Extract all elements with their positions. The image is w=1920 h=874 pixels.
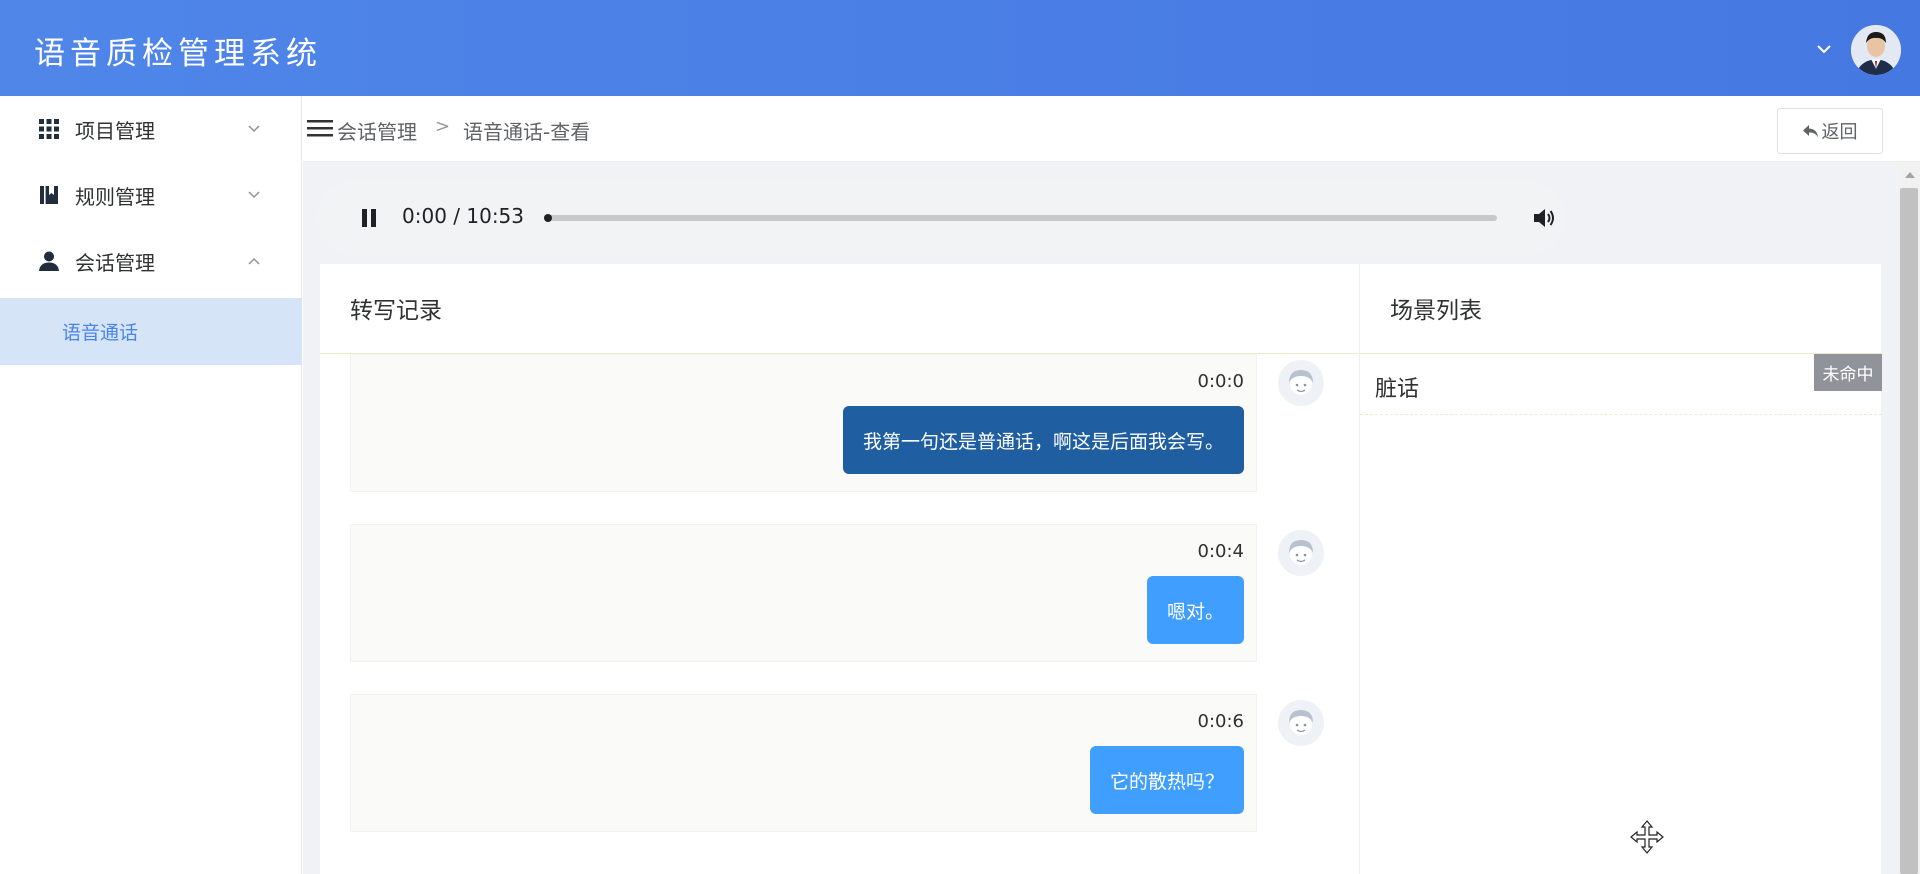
agent-avatar-icon bbox=[1278, 530, 1324, 576]
breadcrumb-bar: 会话管理 > 语音通话-查看 返回 bbox=[303, 96, 1920, 162]
app-title: 语音质检管理系统 bbox=[34, 36, 322, 72]
message-card: 0:0:4 嗯对。 bbox=[350, 524, 1257, 662]
top-bar: 语音质检管理系统 bbox=[0, 0, 1920, 96]
menu-rule-management[interactable]: 规则管理 bbox=[0, 162, 302, 228]
breadcrumb-separator: > bbox=[435, 116, 451, 137]
scene-name: 脏话 bbox=[1375, 377, 1420, 402]
menu-session-management[interactable]: 会话管理 bbox=[0, 228, 302, 294]
time-display: 0:00 / 10:53 bbox=[402, 204, 525, 228]
message-time: 0:0:0 bbox=[1197, 371, 1245, 392]
menu-label: 项目管理 bbox=[75, 118, 155, 143]
user-avatar[interactable] bbox=[1851, 25, 1901, 75]
scene-list-title: 场景列表 bbox=[1390, 298, 1482, 324]
hamburger-icon[interactable] bbox=[307, 118, 333, 138]
chevron-up-icon bbox=[248, 257, 260, 265]
pause-icon[interactable] bbox=[359, 207, 379, 229]
agent-avatar-icon bbox=[1278, 360, 1324, 406]
sidebar: 项目管理 规则管理 会话管理 语音通话 bbox=[0, 96, 302, 874]
message-bubble: 我第一句还是普通话，啊这是后面我会写。 bbox=[842, 406, 1244, 474]
message-time: 0:0:6 bbox=[1197, 711, 1245, 732]
message-bubble: 它的散热吗？ bbox=[1089, 746, 1244, 814]
submenu-label: 语音通话 bbox=[62, 322, 139, 344]
status-badge: 未命中 bbox=[1814, 354, 1882, 391]
progress-track[interactable] bbox=[544, 215, 1497, 221]
volume-icon[interactable] bbox=[1532, 206, 1558, 230]
transcript-title: 转写记录 bbox=[350, 298, 442, 324]
chevron-down-icon[interactable] bbox=[1812, 37, 1836, 61]
back-button[interactable]: 返回 bbox=[1777, 108, 1883, 154]
breadcrumb-item[interactable]: 会话管理 bbox=[337, 116, 417, 145]
transcript-panel: 转写记录 0:0:0 我第一句还是普通话，啊这是后面我会写。 0:0:4 嗯对。 bbox=[320, 264, 1360, 874]
main-content: 0:00 / 10:53 转写记录 0:0:0 我第一句还是普通话，啊这是后面我… bbox=[303, 162, 1900, 874]
scene-list-panel: 场景列表 脏话 未命中 bbox=[1359, 264, 1882, 874]
scroll-thumb[interactable] bbox=[1900, 188, 1918, 874]
move-cursor-icon bbox=[1630, 820, 1664, 854]
back-label: 返回 bbox=[1821, 122, 1858, 143]
breadcrumb-current: 语音通话-查看 bbox=[463, 120, 591, 144]
audio-player: 0:00 / 10:53 bbox=[317, 180, 1565, 256]
scene-row[interactable]: 脏话 未命中 bbox=[1360, 354, 1882, 415]
menu-label: 会话管理 bbox=[75, 250, 155, 275]
user-icon bbox=[39, 251, 59, 271]
chevron-down-icon bbox=[248, 191, 260, 199]
submenu-voice-call[interactable]: 语音通话 bbox=[0, 298, 302, 365]
agent-avatar-icon bbox=[1278, 700, 1324, 746]
message-time: 0:0:4 bbox=[1197, 541, 1245, 562]
menu-project-management[interactable]: 项目管理 bbox=[0, 96, 302, 162]
message-bubble: 嗯对。 bbox=[1146, 576, 1244, 644]
reply-arrow-icon bbox=[1802, 125, 1818, 137]
book-icon bbox=[40, 186, 58, 204]
progress-knob[interactable] bbox=[544, 214, 552, 222]
message-card: 0:0:0 我第一句还是普通话，啊这是后面我会写。 bbox=[350, 354, 1257, 492]
chevron-down-icon bbox=[248, 125, 260, 133]
page-scrollbar[interactable] bbox=[1898, 162, 1920, 874]
menu-label: 规则管理 bbox=[75, 184, 155, 209]
grid-icon bbox=[39, 119, 59, 139]
message-card: 0:0:6 它的散热吗？ bbox=[350, 694, 1257, 832]
scroll-up-arrow-icon[interactable] bbox=[1905, 172, 1915, 178]
